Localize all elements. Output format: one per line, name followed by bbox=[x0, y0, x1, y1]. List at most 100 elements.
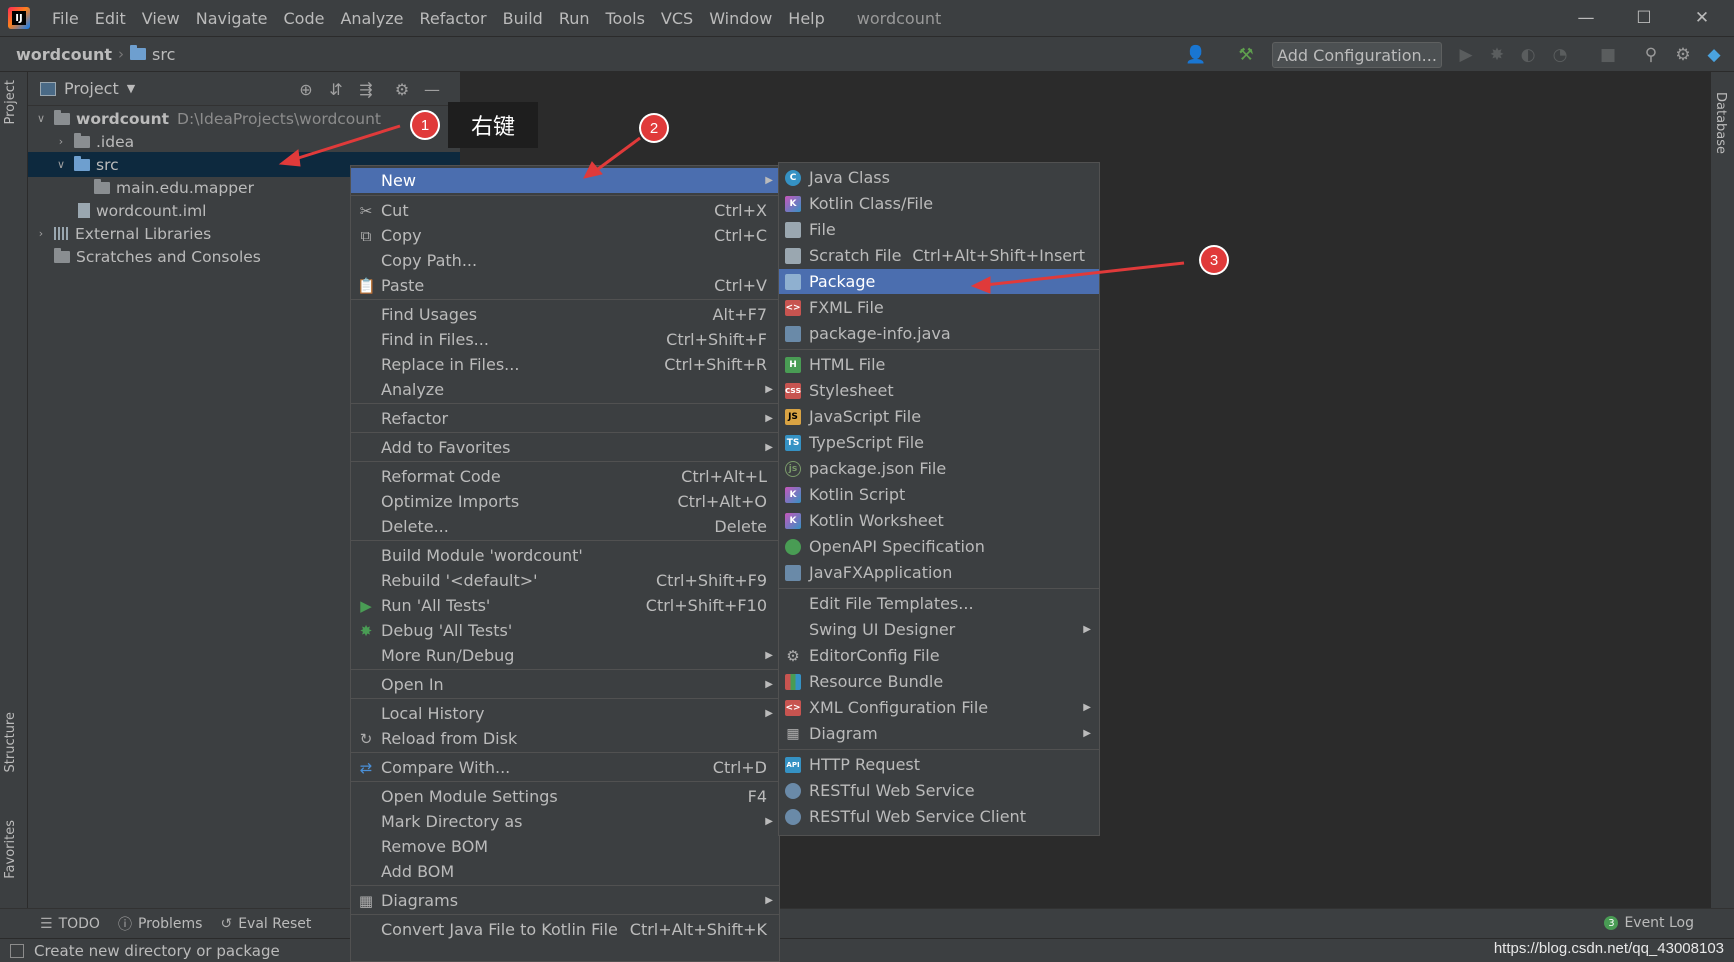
new-swing-ui-designer[interactable]: Swing UI Designer ▶ bbox=[779, 617, 1099, 642]
ctx-convert-to-kotlin[interactable]: Convert Java File to Kotlin File Ctrl+Alt… bbox=[351, 917, 779, 942]
debug-icon[interactable]: ✸ bbox=[1487, 45, 1507, 65]
gear-icon[interactable]: ⚙ bbox=[392, 80, 412, 99]
database-tool-tab[interactable]: Database bbox=[1713, 92, 1728, 154]
ctx-open-in[interactable]: Open In ▶ bbox=[351, 672, 779, 697]
ctx-mark-directory-as[interactable]: Mark Directory as ▶ bbox=[351, 809, 779, 834]
search-icon[interactable]: ⚲ bbox=[1641, 45, 1661, 65]
menu-analyze[interactable]: Analyze bbox=[332, 9, 411, 28]
menu-run[interactable]: Run bbox=[551, 9, 598, 28]
ctx-compare-with[interactable]: ⇄ Compare With... Ctrl+D bbox=[351, 755, 779, 780]
new-html-file[interactable]: H HTML File bbox=[779, 352, 1099, 377]
ctx-analyze[interactable]: Analyze ▶ bbox=[351, 377, 779, 402]
chevron-down-icon[interactable]: ∨ bbox=[54, 158, 68, 171]
collapse-all-icon[interactable]: ⇶ bbox=[356, 80, 376, 99]
new-javafx-application[interactable]: JavaFXApplication bbox=[779, 560, 1099, 585]
menu-refactor[interactable]: Refactor bbox=[412, 9, 495, 28]
menu-tools[interactable]: Tools bbox=[598, 9, 653, 28]
new-kotlin-class[interactable]: K Kotlin Class/File bbox=[779, 191, 1099, 216]
ctx-find-in-files[interactable]: Find in Files... Ctrl+Shift+F bbox=[351, 327, 779, 352]
new-restful-web-service[interactable]: RESTful Web Service bbox=[779, 778, 1099, 803]
user-icon[interactable]: 👤 bbox=[1185, 45, 1206, 65]
new-scratch-file[interactable]: Scratch File Ctrl+Alt+Shift+Insert bbox=[779, 243, 1099, 268]
todo-tool-button[interactable]: ☰ TODO bbox=[40, 916, 100, 932]
ctx-add-bom[interactable]: Add BOM bbox=[351, 859, 779, 884]
ctx-open-module-settings[interactable]: Open Module Settings F4 bbox=[351, 784, 779, 809]
ctx-copy-path[interactable]: Copy Path... bbox=[351, 248, 779, 273]
ctx-add-to-favorites[interactable]: Add to Favorites ▶ bbox=[351, 435, 779, 460]
ctx-build-module[interactable]: Build Module 'wordcount' bbox=[351, 543, 779, 568]
minimize-icon[interactable]: — bbox=[1558, 0, 1614, 36]
ctx-run-all-tests[interactable]: ▶ Run 'All Tests' Ctrl+Shift+F10 bbox=[351, 593, 779, 618]
run-icon[interactable]: ▶ bbox=[1456, 45, 1476, 65]
ctx-refactor[interactable]: Refactor ▶ bbox=[351, 406, 779, 431]
event-log-button[interactable]: 3 Event Log bbox=[1604, 915, 1694, 931]
ctx-new[interactable]: New ▶ bbox=[351, 168, 779, 193]
new-kotlin-worksheet[interactable]: K Kotlin Worksheet bbox=[779, 508, 1099, 533]
stop-icon[interactable]: ■ bbox=[1598, 45, 1618, 65]
new-typescript-file[interactable]: TS TypeScript File bbox=[779, 430, 1099, 455]
menu-build[interactable]: Build bbox=[495, 9, 551, 28]
ctx-copy[interactable]: ⧉ Copy Ctrl+C bbox=[351, 223, 779, 248]
ctx-diagrams[interactable]: ▦ Diagrams ▶ bbox=[351, 888, 779, 913]
new-java-class[interactable]: C Java Class bbox=[779, 165, 1099, 190]
new-openapi-spec[interactable]: OpenAPI Specification bbox=[779, 534, 1099, 559]
new-stylesheet[interactable]: css Stylesheet bbox=[779, 378, 1099, 403]
problems-tool-button[interactable]: ⓘ Problems bbox=[118, 914, 203, 934]
plugin-icon[interactable]: ◆ bbox=[1704, 45, 1724, 65]
new-edit-file-templates[interactable]: Edit File Templates... bbox=[779, 591, 1099, 616]
settings-gear-icon[interactable]: ⚙ bbox=[1673, 45, 1693, 65]
menu-file[interactable]: File bbox=[44, 9, 87, 28]
new-package[interactable]: Package bbox=[779, 269, 1099, 294]
ctx-rebuild[interactable]: Rebuild '<default>' Ctrl+Shift+F9 bbox=[351, 568, 779, 593]
menu-navigate[interactable]: Navigate bbox=[188, 9, 276, 28]
hide-panel-icon[interactable]: — bbox=[422, 80, 442, 99]
locate-icon[interactable]: ⊕ bbox=[296, 80, 316, 99]
add-configuration-button[interactable]: Add Configuration... bbox=[1272, 42, 1442, 68]
ctx-cut[interactable]: ✂ Cut Ctrl+X bbox=[351, 198, 779, 223]
ctx-remove-bom[interactable]: Remove BOM bbox=[351, 834, 779, 859]
build-hammer-icon[interactable]: ⚒ bbox=[1236, 45, 1256, 65]
ctx-debug-all-tests[interactable]: ✸ Debug 'All Tests' bbox=[351, 618, 779, 643]
chevron-down-icon[interactable]: ▼ bbox=[127, 82, 135, 95]
new-file[interactable]: File bbox=[779, 217, 1099, 242]
coverage-icon[interactable]: ◐ bbox=[1518, 45, 1538, 65]
new-package-info[interactable]: package-info.java bbox=[779, 321, 1099, 346]
new-xml-configuration-file[interactable]: <> XML Configuration File ▶ bbox=[779, 695, 1099, 720]
breadcrumb-project[interactable]: wordcount bbox=[16, 45, 112, 64]
ctx-reformat-code[interactable]: Reformat Code Ctrl+Alt+L bbox=[351, 464, 779, 489]
chevron-right-icon[interactable]: › bbox=[34, 227, 48, 240]
breadcrumb-src[interactable]: src bbox=[152, 45, 175, 64]
profile-icon[interactable]: ◔ bbox=[1550, 45, 1570, 65]
new-resource-bundle[interactable]: Resource Bundle bbox=[779, 669, 1099, 694]
ctx-more-run-debug[interactable]: More Run/Debug ▶ bbox=[351, 643, 779, 668]
new-package-json[interactable]: js package.json File bbox=[779, 456, 1099, 481]
new-fxml-file[interactable]: <> FXML File bbox=[779, 295, 1099, 320]
project-view-selector[interactable]: Project bbox=[64, 79, 119, 98]
chevron-down-icon[interactable]: ∨ bbox=[34, 112, 48, 125]
tree-item-idea[interactable]: › .idea bbox=[28, 129, 460, 154]
new-javascript-file[interactable]: JS JavaScript File bbox=[779, 404, 1099, 429]
ctx-find-usages[interactable]: Find Usages Alt+F7 bbox=[351, 302, 779, 327]
new-restful-web-service-client[interactable]: RESTful Web Service Client bbox=[779, 804, 1099, 829]
menu-code[interactable]: Code bbox=[276, 9, 333, 28]
ctx-replace-in-files[interactable]: Replace in Files... Ctrl+Shift+R bbox=[351, 352, 779, 377]
ctx-optimize-imports[interactable]: Optimize Imports Ctrl+Alt+O bbox=[351, 489, 779, 514]
new-http-request[interactable]: API HTTP Request bbox=[779, 752, 1099, 777]
ctx-delete[interactable]: Delete... Delete bbox=[351, 514, 779, 539]
chevron-right-icon[interactable]: › bbox=[54, 135, 68, 148]
ctx-local-history[interactable]: Local History ▶ bbox=[351, 701, 779, 726]
new-editorconfig-file[interactable]: ⚙ EditorConfig File bbox=[779, 643, 1099, 668]
ctx-paste[interactable]: 📋 Paste Ctrl+V bbox=[351, 273, 779, 298]
expand-all-icon[interactable]: ⇵ bbox=[326, 80, 346, 99]
tree-item-wordcount[interactable]: ∨ wordcount D:\IdeaProjects\wordcount bbox=[28, 106, 460, 131]
menu-help[interactable]: Help bbox=[780, 9, 832, 28]
close-icon[interactable]: ✕ bbox=[1674, 0, 1730, 36]
menu-window[interactable]: Window bbox=[701, 9, 780, 28]
favorites-tool-tab[interactable]: Favorites bbox=[3, 820, 18, 879]
structure-tool-tab[interactable]: Structure bbox=[3, 712, 18, 772]
maximize-icon[interactable]: ☐ bbox=[1616, 0, 1672, 36]
menu-edit[interactable]: Edit bbox=[87, 9, 134, 28]
new-kotlin-script[interactable]: K Kotlin Script bbox=[779, 482, 1099, 507]
status-toggle-icon[interactable] bbox=[10, 944, 24, 958]
project-tool-tab[interactable]: Project bbox=[3, 80, 18, 124]
